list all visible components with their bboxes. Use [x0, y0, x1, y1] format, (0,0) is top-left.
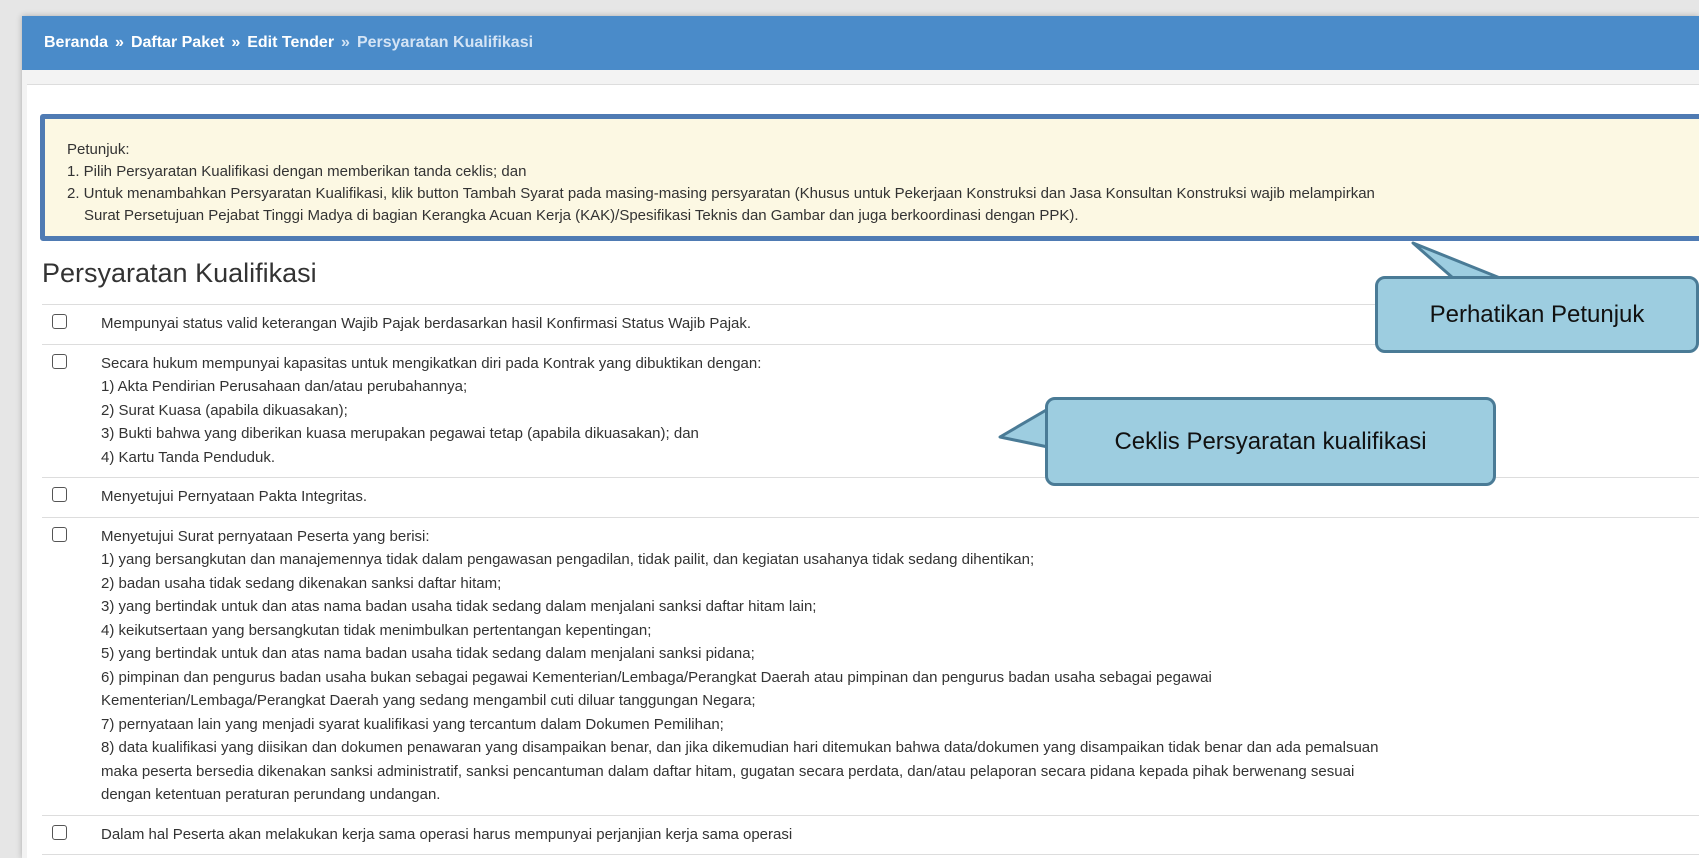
hint-item-1: 1. Pilih Persyaratan Kualifikasi dengan …: [67, 163, 527, 180]
requirement-subitem: 7) pernyataan lain yang menjadi syarat k…: [101, 715, 724, 733]
requirement-subitem: 8) data kualifikasi yang diisikan dan do…: [101, 739, 1379, 756]
hint-title: Petunjuk:: [67, 141, 130, 158]
requirement-text: Secara hukum mempunyai kapasitas untuk m…: [101, 354, 762, 372]
hint-item-2: 2. Untuk menambahkan Persyaratan Kualifi…: [67, 185, 1375, 202]
breadcrumb-separator: »: [341, 34, 350, 51]
requirement-checkbox[interactable]: [52, 487, 67, 502]
requirement-subitem: 2) badan usaha tidak sedang dikenakan sa…: [101, 574, 502, 592]
callout-hint-text: Perhatikan Petunjuk: [1429, 300, 1645, 328]
requirement-subitem: 4) Kartu Tanda Penduduk.: [101, 448, 276, 466]
requirement-subitem: 1) yang bersangkutan dan manajemennya ti…: [101, 551, 1035, 568]
requirement-item: Dalam hal Peserta akan melakukan kerja s…: [42, 816, 1699, 855]
requirement-subitem: 1) Akta Pendirian Perusahaan dan/atau pe…: [101, 378, 468, 395]
requirement-checkbox[interactable]: [52, 353, 67, 369]
breadcrumb-separator: »: [115, 34, 124, 51]
breadcrumb-link-beranda[interactable]: Beranda: [44, 34, 108, 52]
requirement-subitem: 6) pimpinan dan pengurus badan usaha buk…: [101, 668, 1212, 686]
requirements-list: Mempunyai status valid keterangan Wajib …: [42, 304, 1699, 855]
requirement-checkbox[interactable]: [52, 824, 67, 840]
requirement-text: Dalam hal Peserta akan melakukan kerja s…: [101, 825, 793, 843]
requirement-text: Menyetujui Surat pernyataan Peserta yang…: [101, 527, 430, 545]
breadcrumb-link-daftar-paket[interactable]: Daftar Paket: [131, 34, 224, 52]
hint-box: Petunjuk: 1. Pilih Persyaratan Kualifika…: [40, 114, 1699, 241]
requirement-subitem: 4) keikutsertaan yang bersangkutan tidak…: [101, 621, 652, 639]
section-title: Persyaratan Kualifikasi: [42, 258, 317, 288]
breadcrumb-current: Persyaratan Kualifikasi: [356, 34, 534, 51]
requirement-item: Menyetujui Surat pernyataan Peserta yang…: [42, 518, 1699, 816]
requirement-subitem: 2) Surat Kuasa (apabila dikuasakan);: [101, 401, 348, 419]
callout-tail-hint: [1411, 241, 1502, 280]
breadcrumb-separator: »: [231, 34, 241, 51]
requirement-checkbox[interactable]: [52, 526, 67, 542]
requirement-subitem: dengan ketentuan peraturan perundang und…: [101, 786, 441, 803]
requirement-subitem: 3) Bukti bahwa yang diberikan kuasa meru…: [101, 425, 699, 442]
breadcrumb: Beranda » Daftar Paket » Edit Tender » P…: [22, 16, 1699, 70]
breadcrumb-link-edit-tender[interactable]: Edit Tender: [247, 34, 334, 52]
requirement-text: Menyetujui Pernyataan Pakta Integritas.: [101, 488, 367, 505]
requirement-text: Mempunyai status valid keterangan Wajib …: [101, 315, 752, 332]
requirement-subitem: 3) yang bertindak untuk dan atas nama ba…: [101, 598, 817, 615]
requirement-checkbox[interactable]: [52, 314, 67, 329]
callout-checklist-note: Ceklis Persyaratan kualifikasi: [1045, 397, 1496, 486]
callout-hint-note: Perhatikan Petunjuk: [1375, 276, 1699, 353]
requirement-subitem: Kementerian/Lembaga/Perangkat Daerah yan…: [101, 692, 756, 709]
requirement-subitem: maka peserta bersedia dikenakan sanksi a…: [101, 762, 1355, 780]
requirement-subitem: 5) yang bertindak untuk dan atas nama ba…: [101, 645, 755, 662]
callout-checklist-text: Ceklis Persyaratan kualifikasi: [1114, 427, 1427, 455]
hint-item-2-continued: Surat Persetujuan Pejabat Tinggi Madya d…: [84, 207, 1079, 224]
